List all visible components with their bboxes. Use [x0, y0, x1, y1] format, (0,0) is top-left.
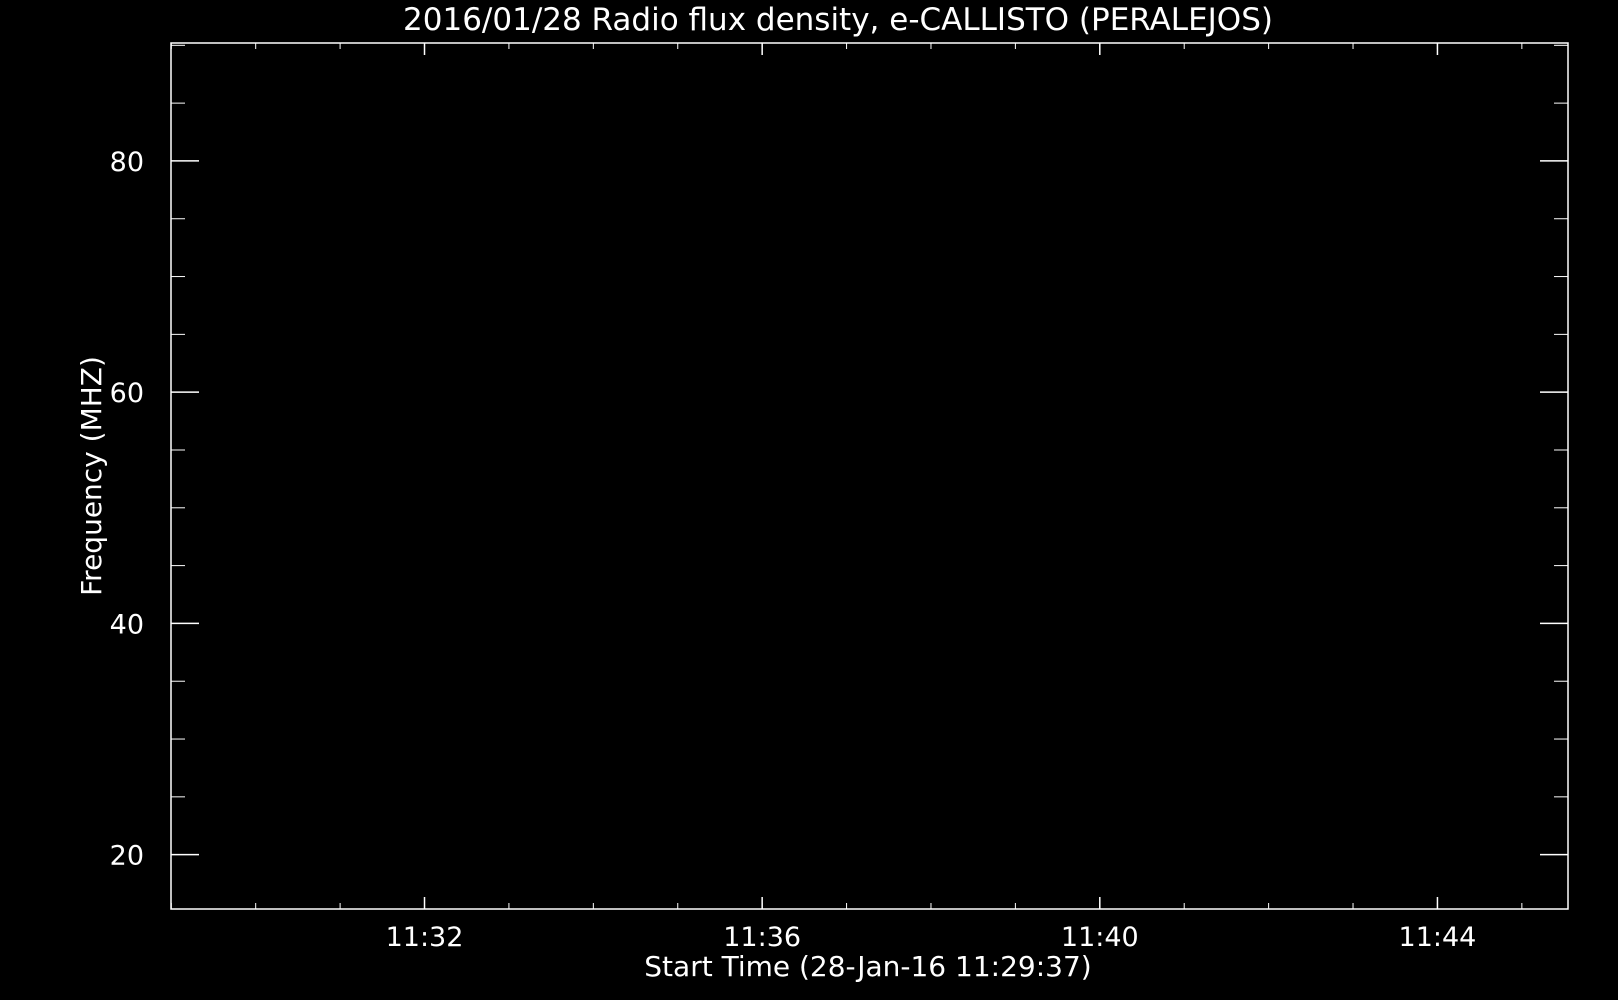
y-tick-label: 60: [110, 378, 144, 409]
y-tick-label: 20: [110, 841, 144, 872]
y-tick-label: 80: [110, 147, 144, 178]
y-axis-label: Frequency (MHZ): [75, 356, 108, 596]
x-tick-label: 11:44: [1399, 922, 1477, 953]
chart-background: [0, 0, 1618, 1000]
x-tick-label: 11:40: [1061, 922, 1139, 953]
x-axis-label: Start Time (28-Jan-16 11:29:37): [644, 950, 1091, 983]
y-tick-label: 40: [110, 609, 144, 640]
x-tick-label: 11:32: [386, 922, 464, 953]
x-tick-label: 11:36: [723, 922, 801, 953]
chart-title: 2016/01/28 Radio flux density, e-CALLIST…: [403, 2, 1273, 38]
spectrogram-chart: 2016/01/28 Radio flux density, e-CALLIST…: [0, 0, 1618, 1000]
